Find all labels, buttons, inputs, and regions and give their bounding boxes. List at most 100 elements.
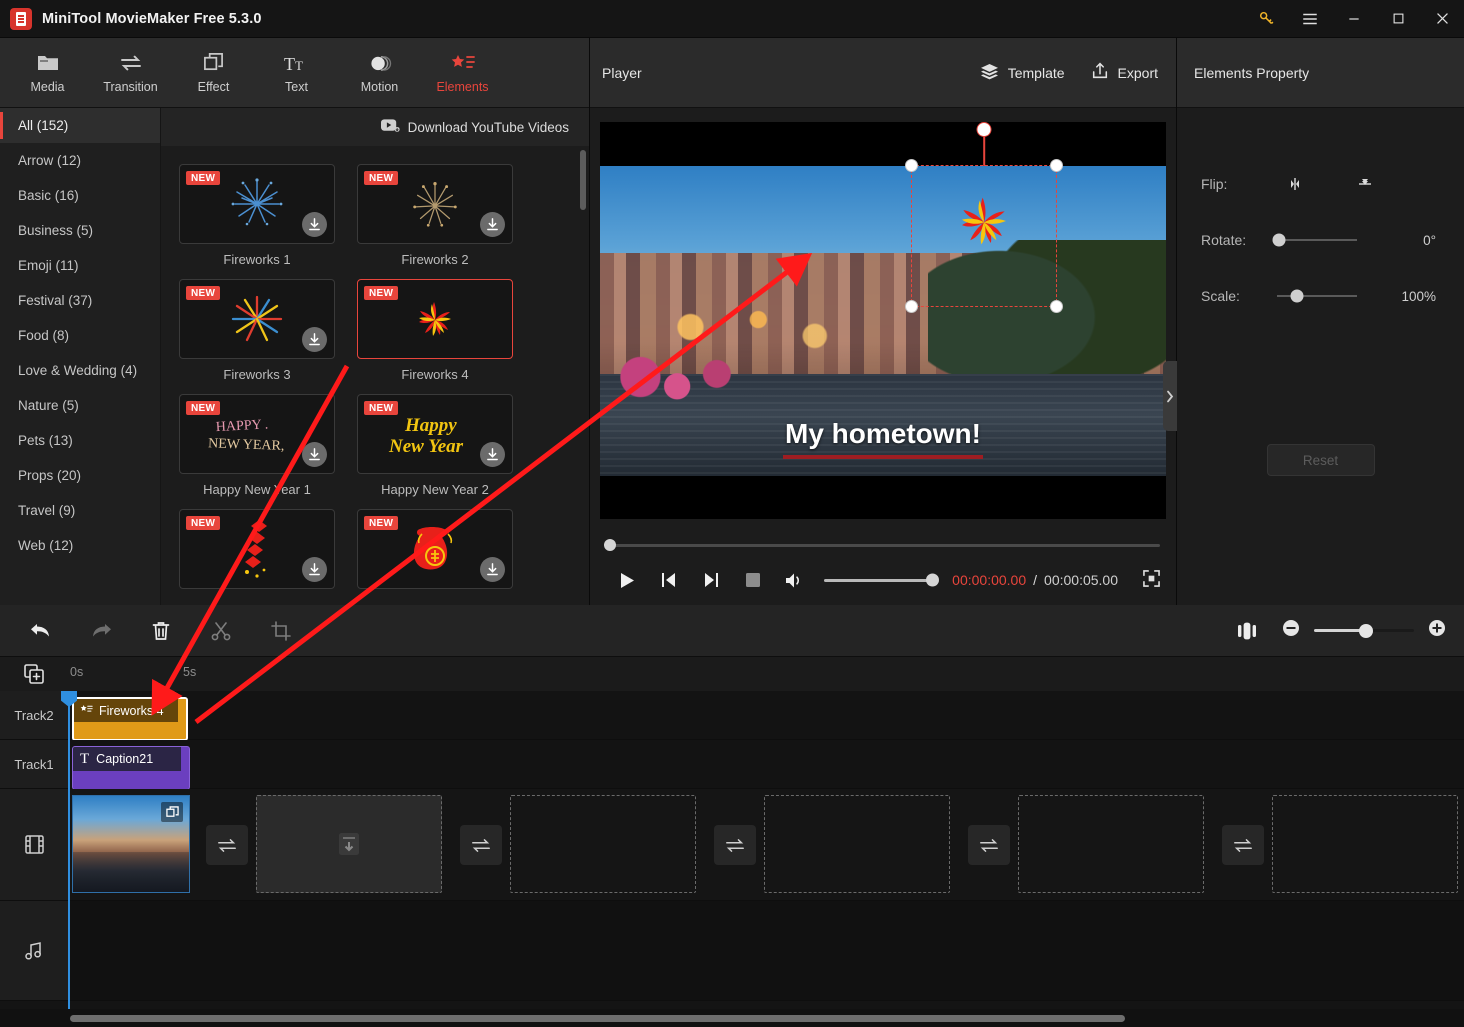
- next-frame-button[interactable]: [690, 563, 732, 597]
- track-header-track2[interactable]: Track2: [0, 691, 68, 739]
- element-card[interactable]: NEW Happy New Year Happy New Year 2: [357, 394, 513, 497]
- element-card[interactable]: NEW Fi: [179, 164, 335, 267]
- maximize-icon[interactable]: [1376, 0, 1420, 38]
- play-button[interactable]: [606, 563, 648, 597]
- timeline-clip-video[interactable]: [72, 795, 190, 893]
- seek-bar[interactable]: [604, 533, 1160, 557]
- element-selection-box[interactable]: [905, 122, 1063, 313]
- timeline-ruler[interactable]: 0s 5s: [0, 657, 1464, 691]
- elements-scroll-area[interactable]: NEW Fireworks 1 NEW Fireworks 2 NEW Fire…: [161, 146, 589, 605]
- download-youtube-videos-button[interactable]: Download YouTube Videos: [161, 108, 589, 146]
- resize-handle-top-left[interactable]: [905, 159, 918, 172]
- close-icon[interactable]: [1420, 0, 1464, 38]
- element-thumbnail[interactable]: NEW: [357, 279, 513, 359]
- redo-button[interactable]: [80, 614, 122, 648]
- category-web[interactable]: Web (12): [0, 528, 160, 563]
- media-placeholder-slot-1[interactable]: [256, 795, 442, 893]
- scale-slider[interactable]: [1277, 289, 1357, 303]
- element-thumbnail[interactable]: NEW HAPPY . NEW YEAR,: [179, 394, 335, 474]
- key-icon[interactable]: [1244, 0, 1288, 38]
- track-header-video[interactable]: [0, 789, 68, 900]
- split-view-button[interactable]: [1226, 614, 1268, 648]
- collapse-panel-handle[interactable]: [1163, 361, 1177, 431]
- tab-text[interactable]: TT Text: [255, 42, 338, 104]
- elements-scrollbar[interactable]: [580, 150, 586, 210]
- download-icon[interactable]: [302, 327, 327, 352]
- download-icon[interactable]: [480, 442, 505, 467]
- seek-handle[interactable]: [604, 539, 616, 551]
- transition-slot-2[interactable]: [460, 825, 502, 865]
- video-preview[interactable]: My hometown!: [600, 122, 1166, 519]
- media-placeholder-slot-2[interactable]: [510, 795, 696, 893]
- stack-icon[interactable]: [161, 802, 183, 822]
- media-placeholder-slot-4[interactable]: [1018, 795, 1204, 893]
- hamburger-icon[interactable]: [1288, 0, 1332, 38]
- undo-button[interactable]: [20, 614, 62, 648]
- element-card[interactable]: NEW: [179, 279, 335, 382]
- rotate-handle[interactable]: [976, 122, 992, 137]
- download-icon[interactable]: [302, 557, 327, 582]
- timeline-zoom-slider[interactable]: [1314, 623, 1414, 638]
- flip-vertical-button[interactable]: [1343, 169, 1387, 199]
- element-thumbnail[interactable]: NEW: [179, 279, 335, 359]
- element-thumbnail[interactable]: NEW: [179, 509, 335, 589]
- scale-slider-handle[interactable]: [1290, 289, 1304, 303]
- template-button[interactable]: Template: [980, 63, 1065, 83]
- tab-media[interactable]: Media: [6, 42, 89, 104]
- zoom-out-button[interactable]: [1282, 619, 1300, 642]
- element-card[interactable]: NEW HAPPY . NEW YEAR, Happy New Year 1: [179, 394, 335, 497]
- element-card-selected[interactable]: NEW Fireworks 4: [357, 279, 513, 382]
- transition-slot-5[interactable]: [1222, 825, 1264, 865]
- ruler-scale[interactable]: 0s 5s: [68, 657, 1464, 691]
- category-all[interactable]: All (152): [0, 108, 160, 143]
- minimize-icon[interactable]: [1332, 0, 1376, 38]
- volume-slider[interactable]: [824, 573, 939, 587]
- download-icon[interactable]: [302, 442, 327, 467]
- category-food[interactable]: Food (8): [0, 318, 160, 353]
- fullscreen-button[interactable]: [1143, 570, 1160, 590]
- track-header-track1[interactable]: Track1: [0, 740, 68, 788]
- stop-button[interactable]: [732, 563, 774, 597]
- tab-transition[interactable]: Transition: [89, 42, 172, 104]
- tab-elements[interactable]: Elements: [421, 42, 504, 104]
- element-card[interactable]: NEW Fi: [357, 164, 513, 267]
- media-placeholder-slot-5[interactable]: [1272, 795, 1458, 893]
- zoom-in-button[interactable]: [1428, 619, 1446, 642]
- seek-track[interactable]: [604, 539, 1160, 551]
- rotate-slider[interactable]: [1272, 233, 1357, 247]
- category-pets[interactable]: Pets (13): [0, 423, 160, 458]
- category-festival[interactable]: Festival (37): [0, 283, 160, 318]
- previous-frame-button[interactable]: [648, 563, 690, 597]
- category-basic[interactable]: Basic (16): [0, 178, 160, 213]
- track-lane-audio[interactable]: [68, 901, 1464, 1000]
- tab-motion[interactable]: Motion: [338, 42, 421, 104]
- element-thumbnail[interactable]: NEW: [357, 509, 513, 589]
- resize-handle-top-right[interactable]: [1050, 159, 1063, 172]
- transition-slot-1[interactable]: [206, 825, 248, 865]
- timeline-clip-element[interactable]: Fireworks 4: [72, 697, 188, 741]
- split-button[interactable]: [200, 614, 242, 648]
- download-icon[interactable]: [480, 212, 505, 237]
- track-lane-video[interactable]: [68, 789, 1464, 900]
- timeline-horizontal-scrollbar[interactable]: [70, 1014, 1125, 1022]
- volume-handle[interactable]: [926, 573, 939, 587]
- resize-handle-bottom-left[interactable]: [905, 300, 918, 313]
- transition-slot-3[interactable]: [714, 825, 756, 865]
- element-card[interactable]: NEW: [357, 509, 513, 597]
- category-props[interactable]: Props (20): [0, 458, 160, 493]
- category-business[interactable]: Business (5): [0, 213, 160, 248]
- category-love-wedding[interactable]: Love & Wedding (4): [0, 353, 160, 388]
- category-travel[interactable]: Travel (9): [0, 493, 160, 528]
- tab-effect[interactable]: Effect: [172, 42, 255, 104]
- category-nature[interactable]: Nature (5): [0, 388, 160, 423]
- delete-button[interactable]: [140, 614, 182, 648]
- preview-canvas-area[interactable]: My hometown!: [590, 108, 1177, 533]
- media-placeholder-slot-3[interactable]: [764, 795, 950, 893]
- track-lane-track2[interactable]: Fireworks 4: [68, 691, 1464, 741]
- element-thumbnail[interactable]: NEW: [179, 164, 335, 244]
- caption-overlay[interactable]: My hometown!: [600, 418, 1166, 459]
- reset-button[interactable]: Reset: [1266, 444, 1375, 476]
- element-thumbnail[interactable]: NEW Happy New Year: [357, 394, 513, 474]
- timeline-clip-caption[interactable]: T Caption21: [72, 746, 190, 790]
- track-lane-track1[interactable]: T Caption21: [68, 740, 1464, 790]
